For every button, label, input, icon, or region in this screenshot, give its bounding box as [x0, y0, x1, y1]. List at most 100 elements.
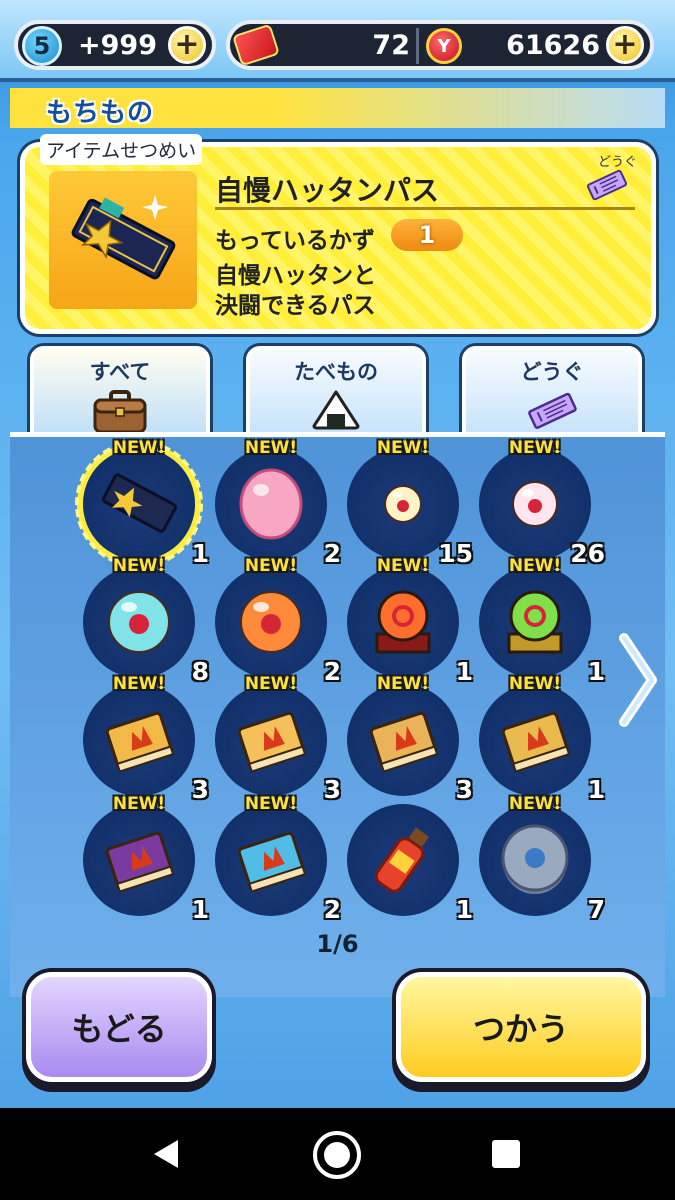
crystal-ball-icon	[375, 590, 431, 654]
stamina-value: +999	[78, 30, 157, 61]
new-badge: NEW!	[112, 794, 166, 814]
stamina-pill: 5 +999 +	[14, 20, 216, 70]
book-icon	[501, 711, 571, 773]
tab-all-label: すべて	[89, 360, 151, 384]
item-slot[interactable]: NEW! 3	[215, 674, 341, 804]
tab-tools[interactable]: どうぐ	[462, 346, 642, 436]
small-orb-icon	[384, 485, 422, 523]
selected-item-image	[49, 171, 197, 309]
book-icon	[237, 711, 307, 773]
ticket-icon	[528, 392, 577, 429]
divider	[215, 207, 635, 210]
item-slot[interactable]: NEW! 8	[83, 556, 209, 686]
item-slot[interactable]: NEW! 1	[347, 556, 473, 686]
back-button[interactable]: もどる	[26, 972, 212, 1082]
item-slot[interactable]: NEW! 2	[215, 438, 341, 568]
ticket-icon	[232, 23, 280, 67]
info-section-label: アイテムせつめい	[40, 134, 203, 165]
item-name: 自慢ハッタンパス	[215, 174, 440, 207]
tab-all[interactable]: すべて	[30, 346, 210, 438]
nav-recent-icon[interactable]	[492, 1140, 520, 1168]
money-value: 61626	[506, 30, 600, 61]
new-badge: NEW!	[508, 674, 562, 694]
use-button-label: つかう	[472, 1010, 569, 1048]
item-quantity: 2	[323, 539, 341, 568]
new-badge: NEW!	[508, 438, 562, 458]
book-icon	[369, 711, 439, 773]
new-badge: NEW!	[508, 556, 562, 576]
potion-bottle-icon	[374, 827, 430, 893]
new-badge: NEW!	[112, 556, 166, 576]
item-slot[interactable]: NEW! 2	[215, 794, 341, 924]
item-quantity: 1	[587, 775, 605, 804]
book-icon	[105, 711, 175, 773]
new-badge: NEW!	[376, 438, 430, 458]
bag-icon	[93, 390, 147, 434]
owned-count-label: もっているかず	[215, 228, 375, 254]
ticket-icon	[586, 169, 628, 201]
item-quantity: 2	[323, 657, 341, 686]
android-nav-bar	[0, 1108, 675, 1200]
divider	[416, 28, 419, 64]
pink-egg-icon	[239, 468, 303, 540]
new-badge: NEW!	[376, 556, 430, 576]
orange-orb-icon	[240, 591, 302, 653]
money-icon: Y	[426, 28, 462, 64]
blue-book-icon	[237, 831, 307, 893]
nav-back-icon[interactable]	[152, 1138, 180, 1170]
item-quantity: 8	[191, 657, 209, 686]
silver-coin-icon	[501, 824, 569, 894]
item-quantity: 1	[191, 539, 209, 568]
tab-tools-label: どうぐ	[520, 360, 584, 384]
new-badge: NEW!	[112, 674, 166, 694]
currency-bar: 5 +999 + 72 Y 61626 +	[0, 0, 675, 82]
item-slot[interactable]: NEW! 1	[479, 556, 605, 686]
next-page-arrow[interactable]	[616, 632, 660, 728]
rainbow-orb-icon	[507, 590, 563, 654]
item-slot[interactable]: NEW! 1	[83, 794, 209, 924]
ticket-count: 72	[372, 30, 410, 61]
blue-orb-icon	[108, 591, 170, 653]
item-quantity: 7	[587, 895, 605, 924]
item-slot[interactable]: NEW! 2	[215, 556, 341, 686]
use-button[interactable]: つかう	[396, 972, 646, 1082]
item-slot[interactable]: NEW! 15	[347, 438, 473, 568]
item-quantity: 1	[191, 895, 209, 924]
item-quantity: 1	[455, 895, 473, 924]
item-quantity: 3	[191, 775, 209, 804]
add-money-button[interactable]: +	[606, 26, 644, 64]
new-badge: NEW!	[376, 674, 430, 694]
purple-book-icon	[105, 831, 175, 893]
item-slot[interactable]: NEW! 3	[347, 674, 473, 804]
white-orb-icon	[512, 481, 558, 527]
new-badge: NEW!	[244, 556, 298, 576]
add-stamina-button[interactable]: +	[168, 26, 206, 64]
item-quantity: 1	[455, 657, 473, 686]
page-indicator: 1/6	[316, 930, 359, 958]
item-quantity: 1	[587, 657, 605, 686]
item-quantity: 3	[455, 775, 473, 804]
item-slot[interactable]: 1	[347, 804, 473, 924]
item-quantity: 3	[323, 775, 341, 804]
game-screen: 5 +999 + 72 Y 61626 + もちもの アイテムせつめい 自慢ハッ…	[0, 0, 675, 1108]
new-badge: NEW!	[112, 438, 166, 458]
item-slot[interactable]: NEW! 7	[479, 794, 605, 924]
money-pill: 72 Y 61626 +	[226, 20, 654, 70]
new-badge: NEW!	[244, 794, 298, 814]
stamina-icon: 5	[22, 26, 62, 66]
item-slot[interactable]: NEW! 1	[479, 674, 605, 804]
item-slot[interactable]: NEW! 1	[75, 438, 209, 568]
pass-ticket-icon	[71, 195, 176, 280]
new-badge: NEW!	[244, 674, 298, 694]
tab-food[interactable]: たべもの	[246, 346, 426, 436]
new-badge: NEW!	[244, 438, 298, 458]
new-badge: NEW!	[508, 794, 562, 814]
item-slot[interactable]: NEW! 3	[83, 674, 209, 804]
item-description: 自慢ハッタンと 決闘できるパス	[215, 263, 376, 319]
item-slot[interactable]: NEW! 26	[479, 438, 605, 568]
page-title: もちもの	[46, 98, 155, 128]
onigiri-icon	[312, 390, 360, 430]
pass-ticket-icon	[101, 473, 177, 533]
owned-count-value: 1	[391, 219, 463, 251]
nav-home-icon[interactable]	[312, 1130, 362, 1180]
